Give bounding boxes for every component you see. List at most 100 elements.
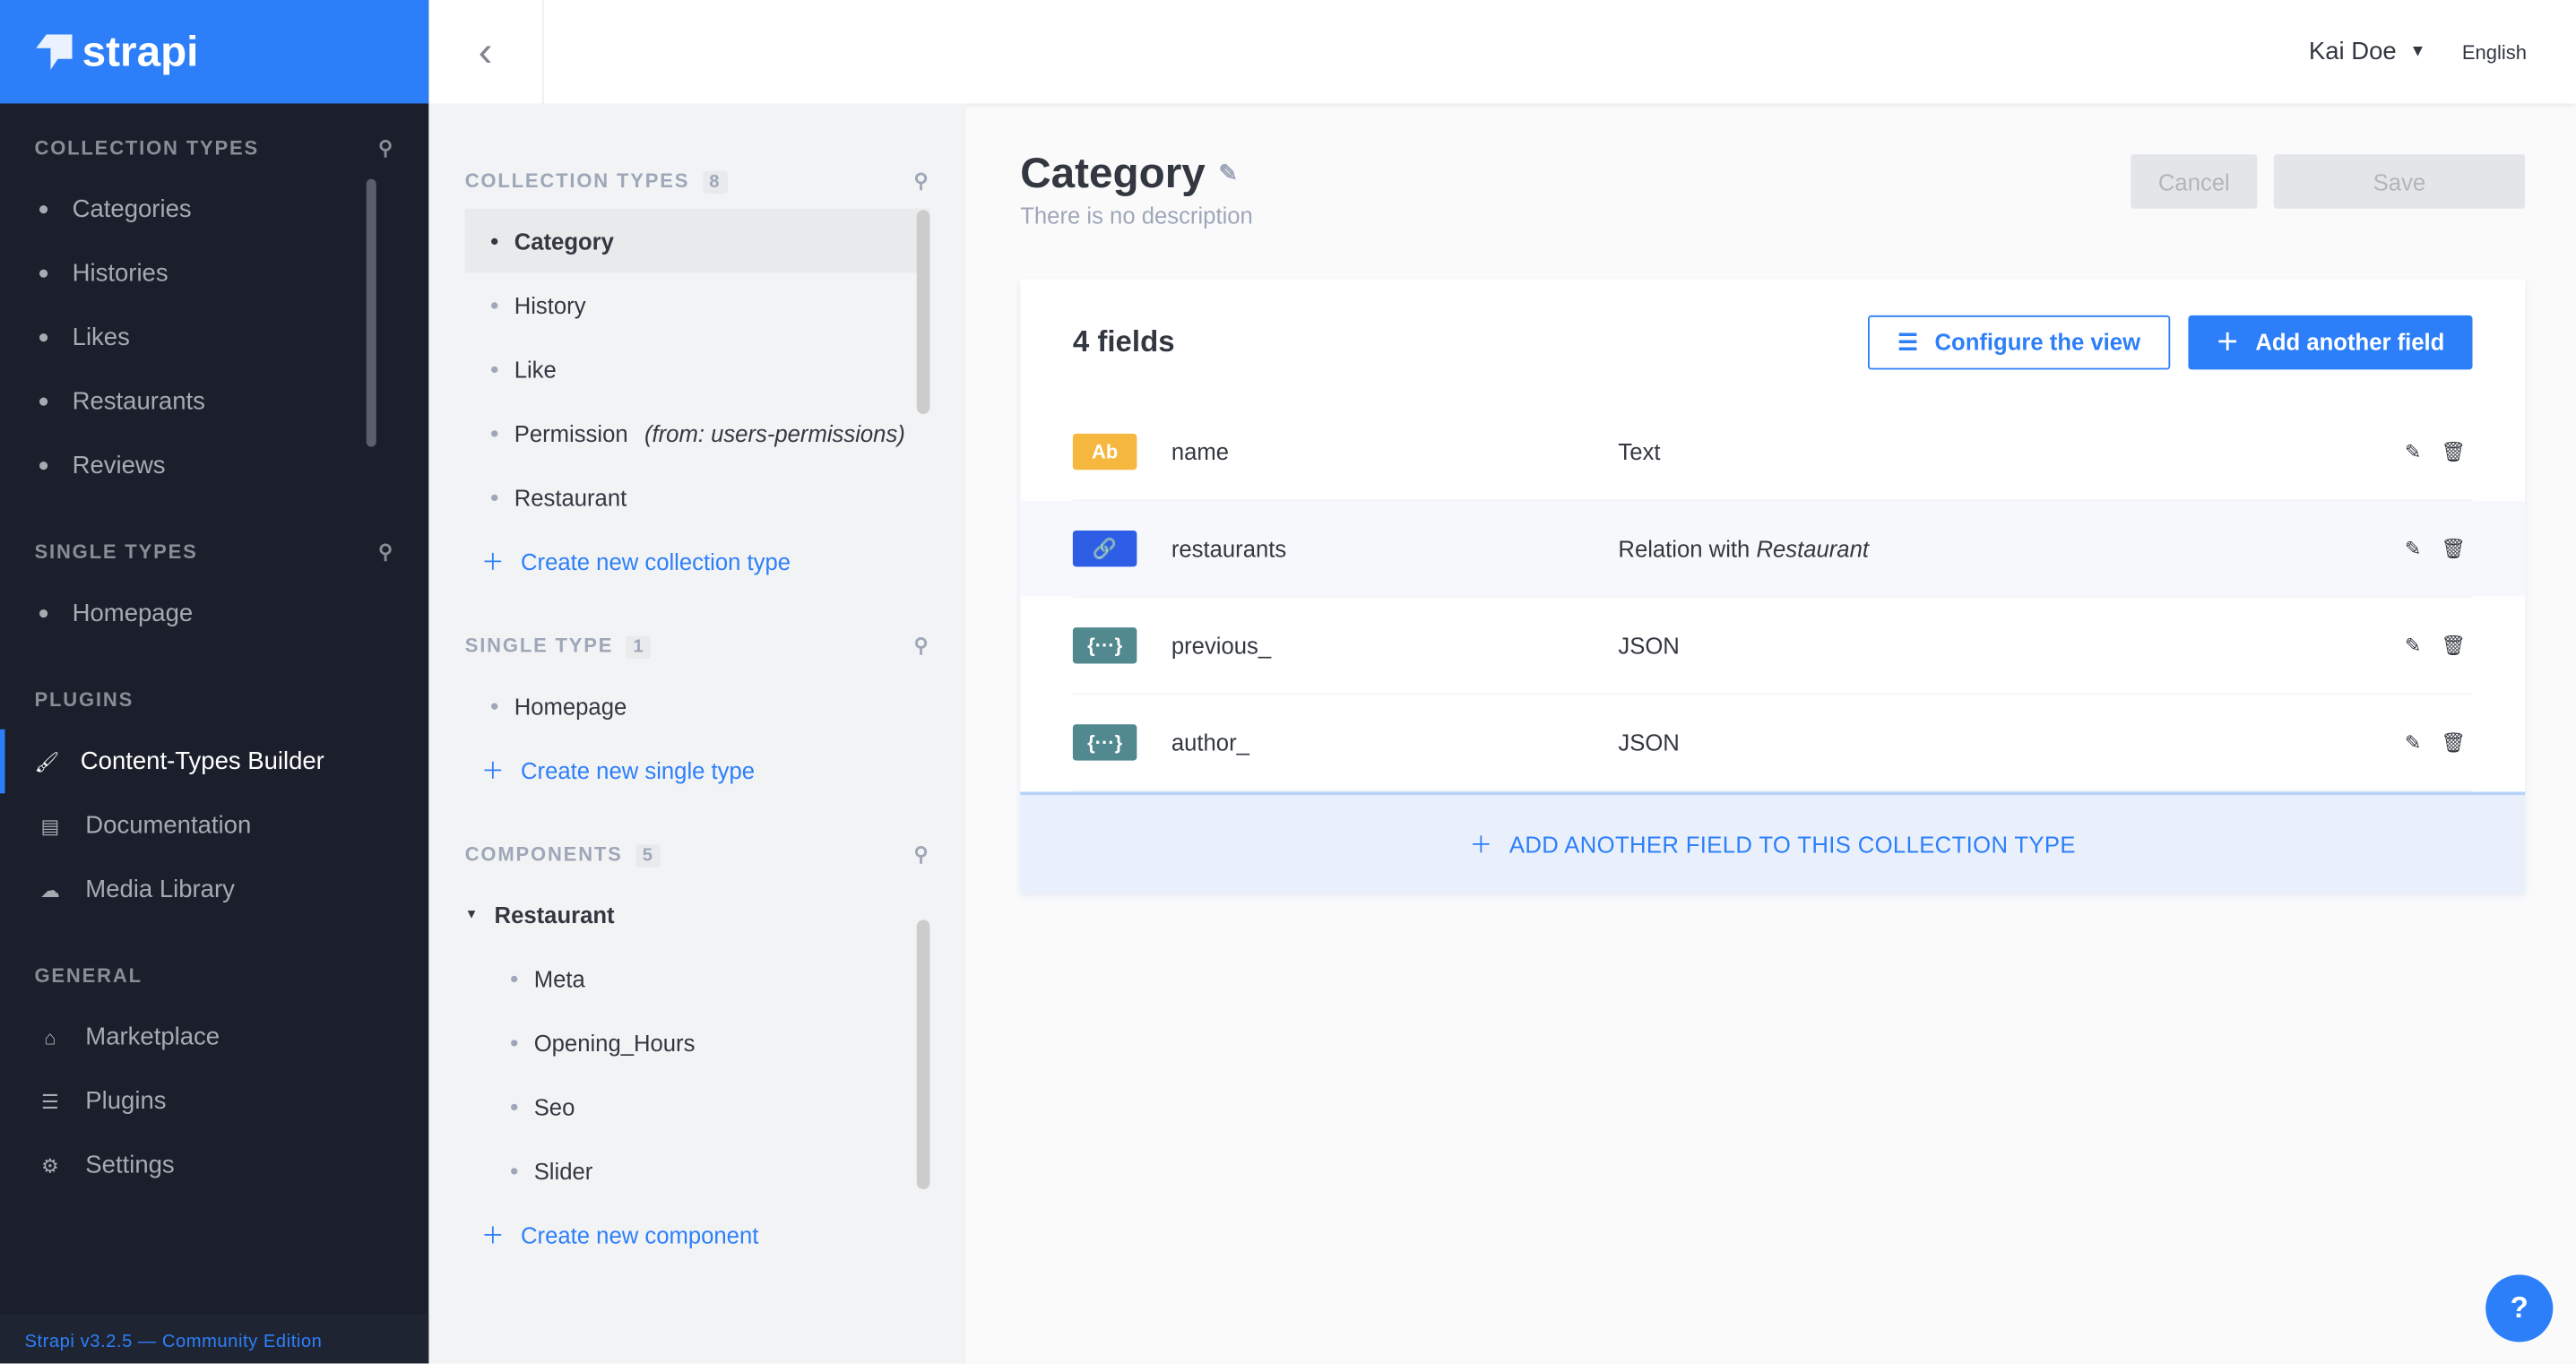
nav-item[interactable]: Permission (from: users-permissions) [465,401,930,464]
bullet-icon [491,237,498,245]
count-badge: 5 [635,844,661,868]
page-title: Category [1020,147,1206,197]
search-icon[interactable]: ⚲ [378,136,394,160]
strapi-logo[interactable]: strapi [0,0,429,104]
fields-card: 4 fields ☰ Configure the view ＋ Add anothe… [1020,279,2526,893]
nav-item[interactable]: Histories [0,241,428,305]
list-icon: ☰ [41,1090,59,1113]
trash-icon[interactable]: 🗑 [2441,731,2466,755]
pencil-icon[interactable]: ✎ [2405,731,2421,755]
user-menu[interactable]: Kai Doe ▼ [2309,38,2426,65]
nav-item[interactable]: Restaurants [0,369,428,433]
paintbrush-icon: 🖌 [34,749,60,773]
bullet-icon [39,269,48,278]
nav-item[interactable]: Homepage [0,582,428,645]
field-row[interactable]: 🔗 restaurants Relation with Restaurant ✎ 🗑 [1020,501,2526,599]
field-type-icon: 🔗 [1072,531,1137,567]
back-button[interactable]: ‹ [428,0,544,104]
gear-icon: ⚙ [41,1153,59,1178]
plus-icon: ＋ [481,756,505,783]
field-name: name [1171,438,1230,465]
pencil-icon[interactable]: ✎ [2405,440,2421,463]
field-type-icon: Ab [1072,433,1137,470]
section-title: GENERAL [34,963,143,988]
count-badge: 8 [702,170,728,194]
pencil-icon[interactable]: ✎ [1218,160,1238,187]
field-name: restaurants [1171,535,1287,562]
section-title: COLLECTION TYPES [34,136,260,160]
chevron-left-icon: ‹ [478,26,493,76]
builder-sidebar: COLLECTION TYPES 8 ⚲ Category History Like Pe… [428,103,966,1364]
create-collection-type-link[interactable]: ＋ Create new collection type [465,529,930,592]
pencil-icon[interactable]: ✎ [2405,634,2421,657]
nav-item[interactable]: Like [465,337,930,401]
search-icon[interactable]: ⚲ [913,634,929,657]
field-type: JSON [1618,632,1680,659]
count-badge: 1 [626,635,652,659]
nav-item[interactable]: Seo [465,1075,930,1138]
trash-icon[interactable]: 🗑 [2441,440,2466,463]
field-row[interactable]: {···} previous_ JSON ✎ 🗑 [1072,598,2473,695]
trash-icon[interactable]: 🗑 [2441,634,2466,657]
pencil-icon[interactable]: ✎ [2405,537,2421,560]
nav-item[interactable]: Categories [0,177,428,241]
nav-item[interactable]: Likes [0,306,428,369]
nav-item[interactable]: Slider [465,1138,930,1202]
source-note: (from: users-permissions) [644,419,905,446]
nav-item[interactable]: Category [464,208,930,273]
caret-down-icon: ▼ [464,906,479,922]
plus-icon: ＋ [2216,328,2240,355]
bullet-icon [39,397,48,406]
create-component-link[interactable]: ＋ Create new component [465,1203,930,1266]
configure-view-button[interactable]: ☰ Configure the view [1868,315,2171,369]
scrollbar[interactable] [366,178,376,447]
bullet-icon [511,1102,518,1110]
plus-icon: ＋ [481,548,505,574]
add-field-bottom-button[interactable]: ＋ ADD ANOTHER FIELD TO THIS COLLECTION TY… [1020,791,2526,893]
language-select[interactable]: English [2462,40,2527,64]
scrollbar[interactable] [916,919,930,1190]
nav-item[interactable]: ⚙ Settings [0,1134,428,1197]
content-area: Category ✎ There is no description Cancel… [1020,103,2526,893]
main-sidebar: strapi COLLECTION TYPES ⚲ Categories Histo… [0,0,429,1364]
field-name: author_ [1171,729,1249,756]
bullet-icon [39,462,48,470]
nav-item[interactable]: Reviews [0,434,428,497]
search-icon[interactable]: ⚲ [378,540,394,564]
section-title: PLUGINS [34,687,134,712]
trash-icon[interactable]: 🗑 [2441,537,2466,560]
bullet-icon [39,609,48,618]
nav-item[interactable]: Meta [465,946,930,1010]
nav-item[interactable]: Restaurant [465,465,930,529]
field-type: JSON [1618,729,1680,756]
help-button[interactable]: ? [2485,1274,2554,1342]
add-field-button[interactable]: ＋ Add another field [2188,315,2473,369]
bullet-icon [491,702,498,709]
field-type: Relation with Restaurant [1618,535,1869,562]
layout-icon: ☰ [1897,327,1919,354]
nav-item[interactable]: ▤ Documentation [0,793,428,857]
nav-item[interactable]: History [465,272,930,336]
field-row[interactable]: Ab name Text ✎ 🗑 [1072,404,2473,502]
plus-icon: ＋ [1469,830,1493,857]
nav-item[interactable]: 🖌 Content-Types Builder [0,729,428,794]
field-row[interactable]: {···} author_ JSON ✎ 🗑 [1072,695,2473,792]
nav-item[interactable]: ⌂ Marketplace [0,1006,428,1069]
nav-item[interactable]: ☰ Plugins [0,1069,428,1133]
cloud-upload-icon: ☁ [39,877,60,902]
component-group[interactable]: ▼ Restaurant [465,882,930,945]
nav-item[interactable]: Homepage [465,673,930,737]
section-title: SINGLE TYPES [34,540,198,564]
field-type: Text [1618,438,1661,465]
field-name: previous_ [1171,632,1272,659]
scrollbar[interactable] [916,210,930,414]
nav-item[interactable]: Opening_Hours [465,1010,930,1074]
nav-item[interactable]: ☁ Media Library [0,858,428,921]
strapi-logo-icon [36,33,73,70]
search-icon[interactable]: ⚲ [913,169,929,193]
create-single-type-link[interactable]: ＋ Create new single type [465,738,930,801]
cancel-button[interactable]: Cancel [2131,154,2258,209]
bullet-icon [39,333,48,342]
search-icon[interactable]: ⚲ [913,842,929,866]
save-button[interactable]: Save [2273,154,2526,209]
